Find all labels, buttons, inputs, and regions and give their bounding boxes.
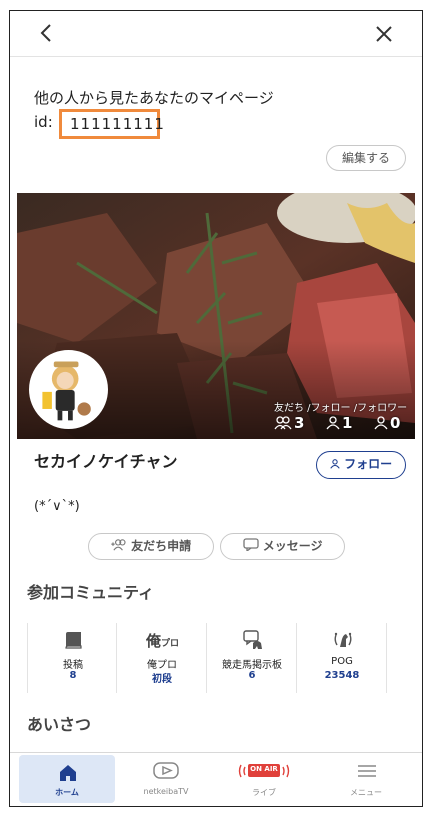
person-icon (330, 459, 340, 469)
intro-title: 他の人から見たあなたのマイページ (34, 89, 274, 107)
following-icon (326, 416, 340, 430)
community-label: 競走馬掲示板 (222, 660, 282, 671)
edit-button[interactable]: 編集する (326, 145, 406, 171)
friend-request-label: 友だち申請 (131, 539, 192, 553)
book-icon (65, 632, 82, 649)
community-item-pog[interactable]: POG 23548 (297, 623, 387, 693)
ore-pro-icon: 俺 プロ (146, 632, 178, 650)
play-icon (153, 762, 179, 779)
tab-menu[interactable]: メニュー (318, 753, 414, 801)
home-icon (60, 765, 76, 781)
tab-label: ホーム (55, 788, 79, 797)
top-bar (10, 11, 422, 57)
message-label: メッセージ (262, 539, 323, 553)
stats-label: 友だち /フォロー /フォロワー (274, 403, 408, 414)
chevron-left-icon[interactable] (36, 21, 58, 45)
id-value: 111111111 (59, 109, 164, 139)
community-label: POG (331, 656, 353, 667)
friend-request-button[interactable]: 友だち申請 (88, 533, 214, 560)
board-icon (243, 630, 262, 649)
follow-button-label: フォロー (344, 457, 393, 471)
community-title: 参加コミュニティ (27, 583, 155, 602)
profile-bio: (*´∨`*) (34, 499, 80, 514)
friends-value: 3 (294, 414, 305, 432)
greeting-title: あいさつ (27, 715, 92, 734)
follow-button[interactable]: フォロー (316, 451, 406, 479)
tab-live[interactable]: ON AIR ライブ (216, 753, 312, 801)
close-icon[interactable] (374, 24, 394, 44)
following-value: 1 (342, 414, 353, 432)
phone-frame: 他の人から見たあなたのマイページ id: 111111111 編集する 友だち … (9, 10, 423, 807)
on-air-badge: ON AIR (250, 765, 278, 773)
community-value: 初段 (152, 674, 172, 685)
tab-label: メニュー (350, 788, 382, 797)
community-label: 俺プロ (147, 660, 177, 671)
followers-icon (374, 416, 388, 430)
friends-count[interactable]: 3 (274, 414, 304, 432)
tab-home[interactable]: ホーム (19, 755, 115, 803)
horse-icon (334, 632, 352, 647)
community-label: 投稿 (63, 660, 83, 671)
followers-count[interactable]: 0 (374, 414, 400, 432)
message-icon (242, 538, 259, 553)
tab-label: ライブ (252, 788, 276, 797)
avatar[interactable] (29, 350, 108, 429)
community-value: 23548 (324, 670, 360, 681)
svg-text:俺: 俺 (146, 632, 162, 650)
add-friend-icon (111, 539, 126, 551)
friends-icon (274, 416, 292, 430)
followers-value: 0 (390, 414, 401, 432)
id-label: id: (34, 113, 53, 131)
community-list: 投稿 8 俺 プロ 俺プロ 初段 競走馬掲示板 6 POG 23548 (27, 623, 387, 693)
community-item-posts[interactable]: 投稿 8 (27, 623, 117, 693)
bottom-tab-bar: ホーム netkeibaTV ON AIR ライブ メニュー (10, 752, 422, 806)
svg-text:プロ: プロ (161, 637, 178, 649)
community-value: 8 (69, 670, 77, 681)
following-count[interactable]: 1 (326, 414, 352, 432)
community-value: 6 (248, 670, 256, 681)
message-button[interactable]: メッセージ (220, 533, 345, 560)
community-item-board[interactable]: 競走馬掲示板 6 (207, 623, 297, 693)
profile-name: セカイノケイチャン (34, 452, 178, 471)
community-item-ore-pro[interactable]: 俺 プロ 俺プロ 初段 (117, 623, 207, 693)
tab-label: netkeibaTV (143, 787, 189, 796)
menu-icon (358, 765, 376, 777)
tab-netkeibatv[interactable]: netkeibaTV (118, 753, 214, 801)
